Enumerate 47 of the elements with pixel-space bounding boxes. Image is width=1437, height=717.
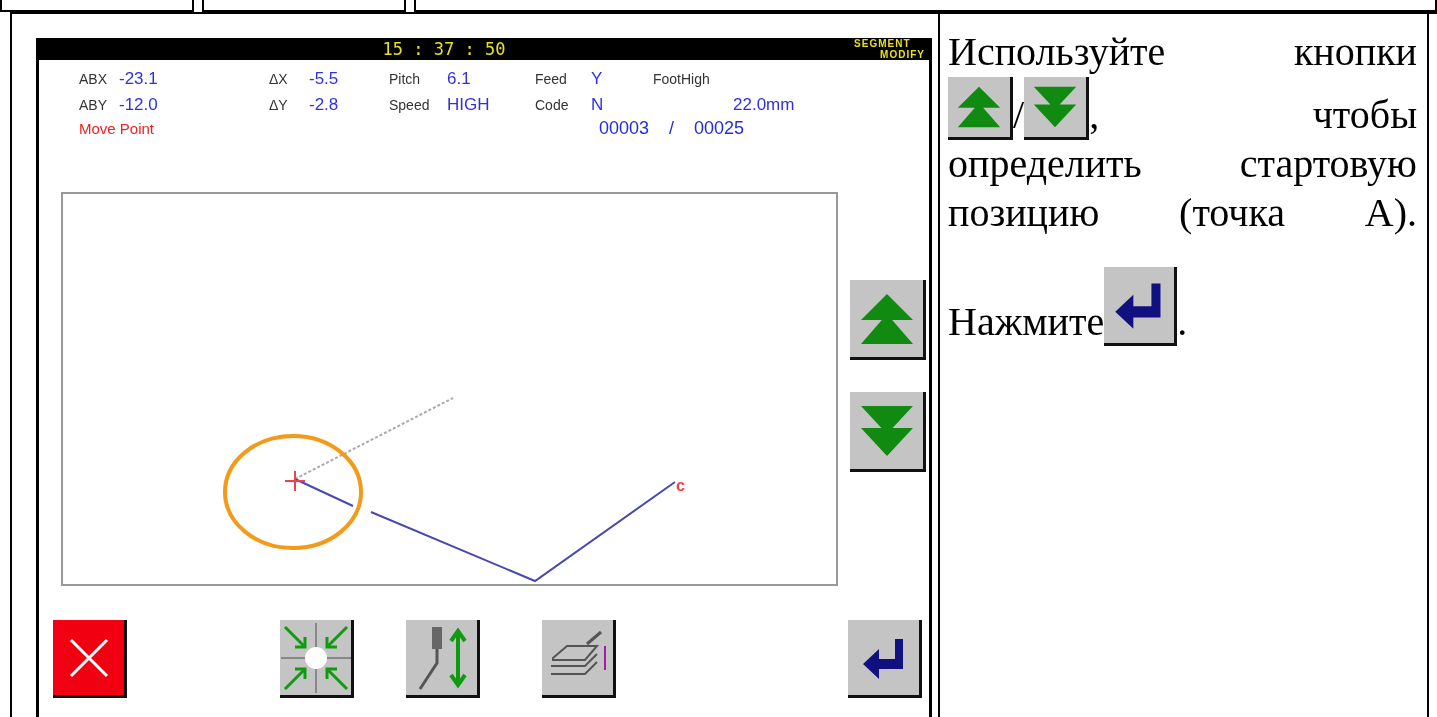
converging-arrows-icon (280, 622, 351, 693)
down-button-icon (1024, 76, 1090, 140)
field-value: -12.0 (119, 95, 158, 114)
field-value: -23.1 (119, 69, 158, 88)
instruction-text: чтобы (1312, 91, 1417, 139)
field-value: -2.8 (309, 95, 339, 114)
clock-time: 15 : 37 : 50 (382, 39, 506, 59)
toolbar-button[interactable] (542, 620, 616, 698)
enter-button-icon (1104, 267, 1178, 347)
toolbar-button[interactable] (848, 620, 922, 698)
field-value: Y (591, 69, 603, 88)
up-button-icon (948, 76, 1013, 140)
instruction-text: , (1089, 91, 1100, 139)
instruction-text: / (1013, 91, 1025, 139)
field-label: FootHigh (653, 71, 710, 87)
stitch-counter: 00003 (599, 118, 650, 139)
field-value: 22.0mm (733, 95, 795, 114)
step-button[interactable] (850, 392, 926, 472)
status-text: Move Point (79, 120, 156, 137)
toolbar-button[interactable] (280, 620, 354, 698)
instruction-text: определить стартовую (948, 139, 1417, 188)
field-value: 6.1 (447, 69, 471, 88)
field-value: -5.5 (309, 69, 339, 88)
field-label: Speed (389, 97, 430, 113)
field-label: ABY (79, 97, 107, 113)
field-label: ΔY (269, 97, 288, 113)
instruction-text: . (1177, 297, 1188, 346)
instruction-text: позицию (точка А). (948, 188, 1417, 237)
double-down-arrow-icon (858, 403, 915, 458)
field-label: Feed (535, 71, 567, 87)
instruction-text: Нажмите (948, 297, 1105, 346)
step-button[interactable] (850, 280, 926, 360)
field-label: Code (535, 97, 569, 113)
field-value: HIGH (447, 95, 490, 114)
instruction-text: Используйте кнопки (948, 28, 1417, 76)
counter-separator: / (669, 118, 675, 139)
stitch-total: 00025 (694, 118, 745, 139)
field-label: ABX (79, 71, 107, 87)
toolbar-button[interactable] (406, 620, 480, 698)
field-label: Pitch (389, 71, 421, 87)
mode-title: SEGMENT MODIFY (854, 38, 925, 60)
toolbar-button[interactable] (53, 620, 127, 698)
cross-marker-icon (284, 470, 306, 492)
field-value: N (591, 95, 604, 114)
field-label: ΔX (269, 71, 288, 87)
point-label: c (676, 477, 685, 494)
double-up-arrow-icon (858, 291, 915, 346)
